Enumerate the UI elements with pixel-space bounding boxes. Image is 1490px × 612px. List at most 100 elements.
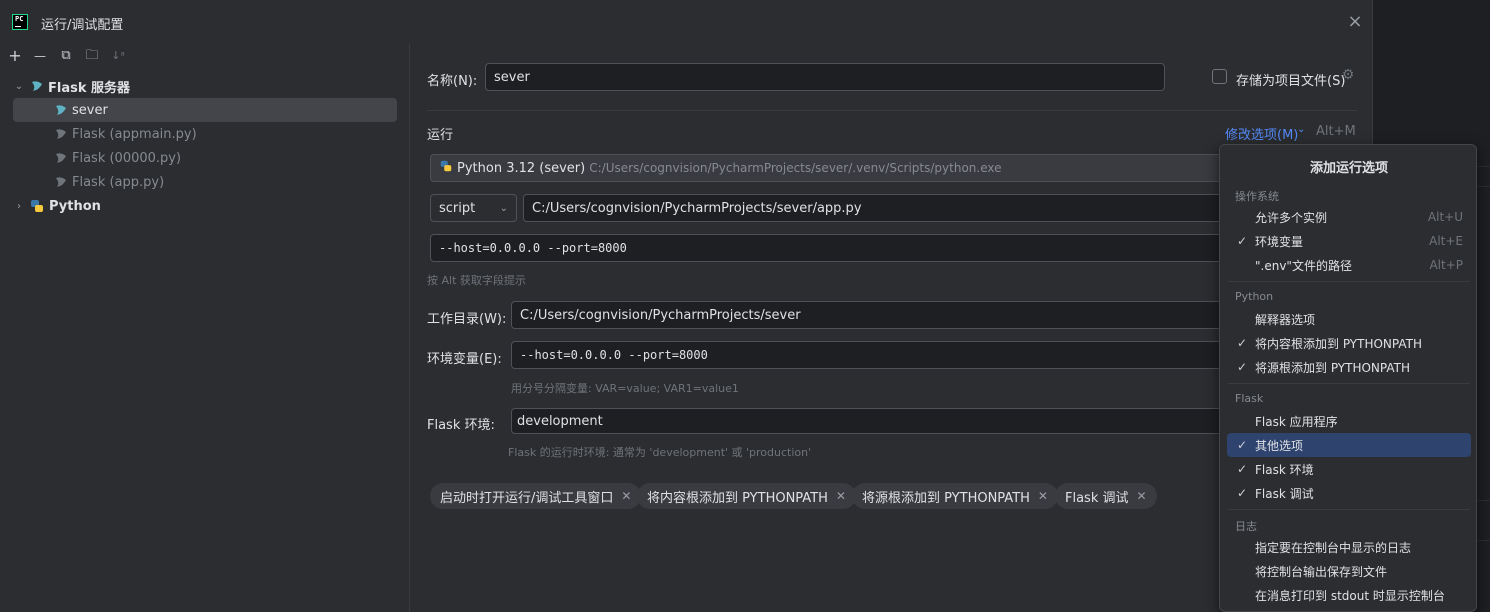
interpreter-name: Python 3.12 (sever) <box>457 160 586 176</box>
menu-item-label: 解释器选项 <box>1255 312 1316 327</box>
workdir-input[interactable]: C:/Users/cognvision/PycharmProjects/seve… <box>511 301 1223 329</box>
env-hint: 用分号分隔变量: VAR=value; VAR1=value1 <box>511 382 739 395</box>
copy-icon[interactable]: ⧉ <box>57 48 75 66</box>
tag-label: 将内容根添加到 PYTHONPATH <box>647 490 828 506</box>
menu-item-shortcut: Alt+U <box>1427 210 1463 224</box>
tree-item-label: Flask (app.py) <box>72 174 165 190</box>
menu-item-label: 指定要在控制台中显示的日志 <box>1255 540 1412 555</box>
flask-icon <box>53 174 69 190</box>
chevron-right-icon[interactable]: › <box>13 201 25 212</box>
menu-item-env-vars[interactable]: ✓ 环境变量 Alt+E <box>1227 230 1471 252</box>
tree-group-python[interactable]: › Python <box>13 194 397 218</box>
check-icon: ✓ <box>1237 360 1248 374</box>
chevron-down-icon: ⌄ <box>499 202 508 214</box>
tree-item-app[interactable]: Flask (app.py) <box>13 170 397 194</box>
chevron-down-icon[interactable]: ⌄ <box>1297 124 1305 135</box>
tree-group-flask[interactable]: ⌄ Flask 服务器 <box>13 74 397 98</box>
tree-item-sever[interactable]: sever <box>13 98 397 122</box>
menu-item-allow-multiple[interactable]: 允许多个实例 Alt+U <box>1227 206 1471 228</box>
menu-item-label: 其他选项 <box>1255 438 1304 453</box>
name-label: 名称(N): <box>427 74 478 89</box>
close-icon[interactable]: ✕ <box>1038 489 1048 503</box>
menu-item-shortcut: Alt+P <box>1429 258 1463 272</box>
flask-icon <box>53 150 69 166</box>
flask-env-hint: Flask 的运行时环境: 通常为 'development' 或 'produ… <box>508 446 812 459</box>
menu-item-label: ".env"文件的路径 <box>1255 258 1352 273</box>
menu-item-label: Flask 环境 <box>1255 462 1314 477</box>
tree-item-00000[interactable]: Flask (00000.py) <box>13 146 397 170</box>
menu-item-label: Flask 应用程序 <box>1255 414 1338 429</box>
option-tag: 将内容根添加到 PYTHONPATH ✕ <box>637 483 856 509</box>
menu-item-other-options[interactable]: ✓ 其他选项 <box>1227 433 1471 457</box>
interpreter-select[interactable]: Python 3.12 (sever) C:/Users/cognvision/… <box>430 154 1230 182</box>
check-icon: ✓ <box>1237 462 1248 476</box>
tree-group-label: Flask 服务器 <box>48 80 131 96</box>
menu-item-label: Flask 调试 <box>1255 486 1314 501</box>
menu-item-content-roots[interactable]: ✓ 将内容根添加到 PYTHONPATH <box>1227 332 1471 354</box>
tree-toolbar: + — ⧉ 🗀 ↓ᵃ <box>0 44 410 70</box>
env-input[interactable]: --host=0.0.0.0 --port=8000 <box>511 341 1223 369</box>
menu-item-label: 允许多个实例 <box>1255 210 1328 225</box>
separator <box>1228 383 1470 384</box>
title-bar: PC 运行/调试配置 × <box>0 0 1373 44</box>
remove-icon[interactable]: — <box>31 48 49 66</box>
add-icon[interactable]: + <box>6 48 24 66</box>
folder-icon[interactable]: 🗀 <box>83 48 101 66</box>
menu-item-source-roots[interactable]: ✓ 将源根添加到 PYTHONPATH <box>1227 356 1471 378</box>
menu-item-label: 环境变量 <box>1255 234 1304 249</box>
menu-item-save-console[interactable]: 将控制台输出保存到文件 <box>1227 560 1471 582</box>
run-debug-config-dialog: PC 运行/调试配置 × + — ⧉ 🗀 ↓ᵃ ⌄ Flask 服务器 seve… <box>0 0 1373 612</box>
gear-icon[interactable]: ⚙ <box>1339 67 1357 85</box>
close-icon[interactable]: ✕ <box>621 489 631 503</box>
add-run-options-popup: 添加运行选项 操作系统 允许多个实例 Alt+U ✓ 环境变量 Alt+E ".… <box>1219 144 1477 612</box>
flask-env-input[interactable]: development <box>511 408 1223 434</box>
tree-item-appmain[interactable]: Flask (appmain.py) <box>13 122 397 146</box>
menu-item-label: 将控制台输出保存到文件 <box>1255 564 1388 579</box>
run-section-title: 运行 <box>427 128 454 143</box>
tree-item-label: sever <box>72 102 108 118</box>
option-tag: Flask 调试 ✕ <box>1055 483 1157 509</box>
menu-item-env-file[interactable]: ".env"文件的路径 Alt+P <box>1227 254 1471 276</box>
option-tag: 将源根添加到 PYTHONPATH ✕ <box>852 483 1058 509</box>
flask-env-label: Flask 环境: <box>427 418 495 433</box>
menu-item-show-console-stdout[interactable]: 在消息打印到 stdout 时显示控制台 <box>1227 584 1471 606</box>
check-icon: ✓ <box>1237 234 1248 248</box>
menu-item-flask-debug[interactable]: ✓ Flask 调试 <box>1227 482 1471 504</box>
name-input[interactable]: sever <box>485 63 1165 91</box>
script-type-select[interactable]: script ⌄ <box>430 194 517 222</box>
flask-icon <box>53 126 69 142</box>
popup-group-python: Python <box>1235 290 1274 303</box>
menu-item-interpreter-options[interactable]: 解释器选项 <box>1227 308 1471 330</box>
pycharm-logo-icon: PC <box>12 14 28 30</box>
python-icon <box>29 198 45 214</box>
popup-group-flask: Flask <box>1235 392 1264 405</box>
tag-label: 将源根添加到 PYTHONPATH <box>862 490 1030 506</box>
check-icon: ✓ <box>1237 486 1248 500</box>
menu-item-label: 将源根添加到 PYTHONPATH <box>1255 360 1410 375</box>
popup-group-os: 操作系统 <box>1235 190 1279 203</box>
close-icon[interactable]: ✕ <box>836 489 846 503</box>
params-input[interactable]: --host=0.0.0.0 --port=8000 <box>430 234 1223 262</box>
menu-item-flask-app[interactable]: Flask 应用程序 <box>1227 410 1471 432</box>
store-as-project-label: 存储为项目文件(S) <box>1236 74 1346 89</box>
config-tree-pane: + — ⧉ 🗀 ↓ᵃ ⌄ Flask 服务器 sever Flask (appm… <box>0 44 410 612</box>
modify-options-link[interactable]: 修改选项(M) <box>1225 124 1298 143</box>
menu-item-label: 将内容根添加到 PYTHONPATH <box>1255 336 1422 351</box>
close-icon[interactable]: ✕ <box>1137 489 1147 503</box>
close-icon[interactable]: × <box>1347 13 1363 31</box>
script-type-value: script <box>439 200 476 216</box>
menu-item-specify-logs[interactable]: 指定要在控制台中显示的日志 <box>1227 536 1471 558</box>
separator <box>1228 281 1470 282</box>
sort-icon[interactable]: ↓ᵃ <box>109 48 127 66</box>
separator <box>1228 509 1470 510</box>
chevron-down-icon[interactable]: ⌄ <box>13 81 25 92</box>
popup-group-log: 日志 <box>1235 520 1257 533</box>
interpreter-path: C:/Users/cognvision/PycharmProjects/seve… <box>589 161 1002 175</box>
store-as-project-checkbox[interactable] <box>1212 69 1227 84</box>
window-title: 运行/调试配置 <box>41 18 124 33</box>
menu-item-shortcut: Alt+E <box>1429 234 1463 248</box>
script-path-input[interactable]: C:/Users/cognvision/PycharmProjects/seve… <box>523 194 1223 222</box>
tree-group-label: Python <box>49 198 101 214</box>
option-tag: 启动时打开运行/调试工具窗口 ✕ <box>430 483 642 509</box>
menu-item-flask-env[interactable]: ✓ Flask 环境 <box>1227 458 1471 480</box>
